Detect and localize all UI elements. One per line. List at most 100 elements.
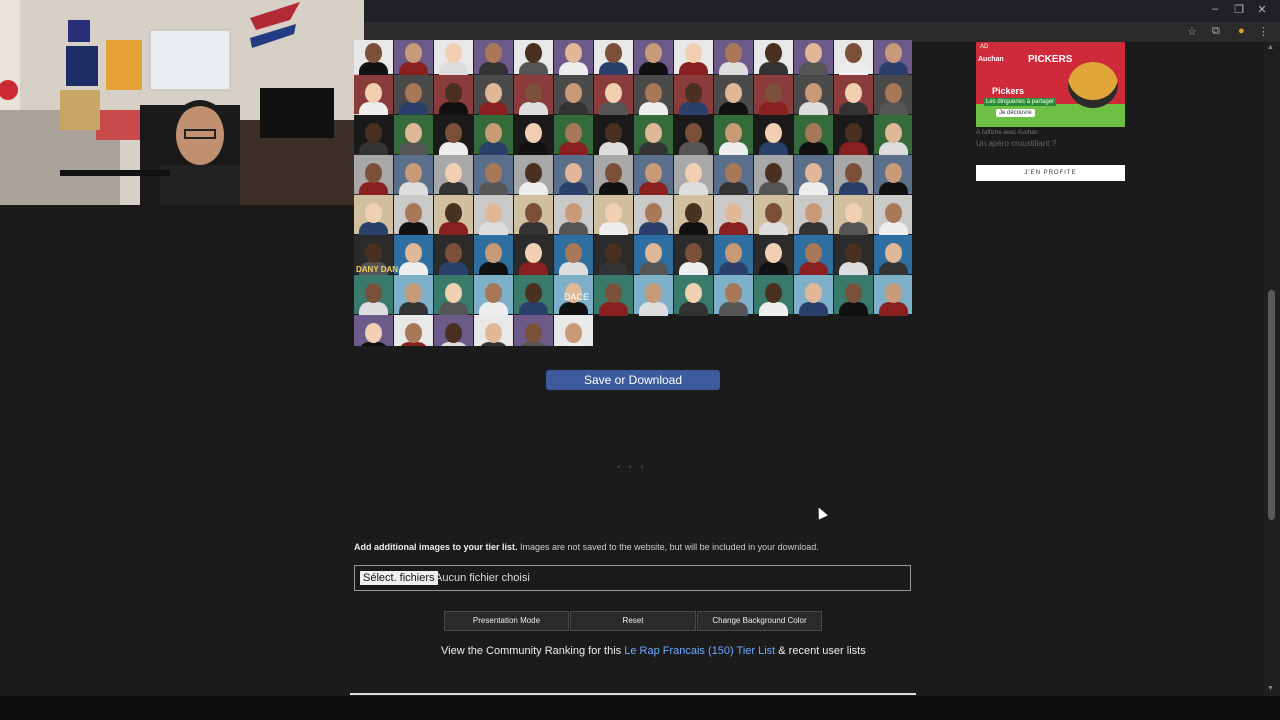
reset-button[interactable]: Reset	[570, 611, 696, 631]
profile-icon[interactable]: ●	[1238, 25, 1245, 37]
tier-image-grid[interactable]	[354, 40, 912, 346]
artist-image-tile[interactable]	[394, 75, 433, 116]
artist-image-tile[interactable]	[874, 155, 912, 196]
artist-image-tile[interactable]	[634, 275, 673, 316]
artist-image-tile[interactable]	[674, 195, 713, 236]
artist-image-tile[interactable]	[554, 195, 593, 236]
extensions-icon[interactable]: ⧉	[1212, 25, 1220, 38]
artist-image-tile[interactable]	[394, 315, 433, 346]
artist-image-tile[interactable]	[514, 195, 553, 236]
artist-image-tile[interactable]	[754, 155, 793, 196]
choose-files-button[interactable]: Sélect. fichiers	[360, 571, 438, 585]
artist-image-tile[interactable]	[834, 235, 873, 276]
artist-image-tile[interactable]	[874, 75, 912, 116]
artist-image-tile[interactable]	[554, 40, 593, 76]
artist-image-tile[interactable]	[754, 275, 793, 316]
artist-image-tile[interactable]	[554, 235, 593, 276]
artist-image-tile[interactable]	[554, 155, 593, 196]
artist-image-tile[interactable]	[594, 155, 633, 196]
artist-image-tile[interactable]	[834, 115, 873, 156]
artist-image-tile[interactable]	[434, 155, 473, 196]
artist-image-tile[interactable]	[794, 75, 833, 116]
artist-image-tile[interactable]	[474, 235, 513, 276]
artist-image-tile[interactable]	[794, 155, 833, 196]
file-input[interactable]: Sélect. fichiers Aucun fichier choisi	[354, 565, 911, 591]
artist-image-tile[interactable]	[634, 75, 673, 116]
artist-image-tile[interactable]	[594, 275, 633, 316]
artist-image-tile[interactable]	[874, 235, 912, 276]
artist-image-tile[interactable]	[754, 235, 793, 276]
scroll-thumb[interactable]	[1268, 290, 1275, 520]
artist-image-tile[interactable]	[634, 115, 673, 156]
artist-image-tile[interactable]	[754, 75, 793, 116]
artist-image-tile[interactable]	[474, 75, 513, 116]
artist-image-tile[interactable]	[434, 315, 473, 346]
artist-image-tile[interactable]	[594, 75, 633, 116]
artist-image-tile[interactable]	[354, 75, 393, 116]
artist-image-tile[interactable]	[474, 195, 513, 236]
artist-image-tile[interactable]	[434, 115, 473, 156]
community-ranking-link[interactable]: Le Rap Francais (150) Tier List	[624, 645, 775, 657]
artist-image-tile[interactable]	[514, 235, 553, 276]
artist-image-tile[interactable]	[634, 155, 673, 196]
artist-image-tile[interactable]	[674, 235, 713, 276]
artist-image-tile[interactable]	[594, 235, 633, 276]
artist-image-tile[interactable]	[714, 40, 753, 76]
artist-image-tile[interactable]	[834, 155, 873, 196]
artist-image-tile[interactable]	[874, 195, 912, 236]
artist-image-tile[interactable]	[394, 235, 433, 276]
artist-image-tile[interactable]	[474, 275, 513, 316]
artist-image-tile[interactable]	[434, 75, 473, 116]
artist-image-tile[interactable]	[554, 115, 593, 156]
artist-image-tile[interactable]	[834, 195, 873, 236]
artist-image-tile[interactable]	[754, 40, 793, 76]
artist-image-tile[interactable]	[714, 195, 753, 236]
artist-image-tile[interactable]	[834, 275, 873, 316]
page-scrollbar[interactable]: ▲ ▼	[1264, 42, 1280, 696]
close-button[interactable]: ✕	[1251, 3, 1273, 16]
save-download-button[interactable]: Save or Download	[546, 370, 720, 390]
artist-image-tile[interactable]	[394, 155, 433, 196]
artist-image-tile[interactable]	[834, 75, 873, 116]
artist-image-tile[interactable]	[594, 115, 633, 156]
artist-image-tile[interactable]	[434, 275, 473, 316]
artist-image-tile[interactable]	[794, 235, 833, 276]
artist-image-tile[interactable]	[714, 75, 753, 116]
artist-image-tile[interactable]	[514, 115, 553, 156]
artist-image-tile[interactable]	[474, 40, 513, 76]
ad-small-cta[interactable]: Je découvre	[996, 109, 1035, 117]
artist-image-tile[interactable]	[474, 155, 513, 196]
artist-image-tile[interactable]	[754, 195, 793, 236]
artist-image-tile[interactable]	[714, 115, 753, 156]
artist-image-tile[interactable]	[514, 40, 553, 76]
artist-image-tile[interactable]	[394, 195, 433, 236]
artist-image-tile[interactable]	[394, 40, 433, 76]
artist-image-tile[interactable]	[514, 75, 553, 116]
maximize-button[interactable]: ❐	[1228, 3, 1250, 16]
artist-image-tile[interactable]	[874, 115, 912, 156]
artist-image-tile[interactable]	[874, 275, 912, 316]
artist-image-tile[interactable]	[394, 115, 433, 156]
artist-image-tile[interactable]	[674, 75, 713, 116]
artist-image-tile[interactable]	[594, 195, 633, 236]
artist-image-tile[interactable]	[714, 155, 753, 196]
artist-image-tile[interactable]	[474, 115, 513, 156]
minimize-button[interactable]: –	[1204, 3, 1226, 15]
artist-image-tile[interactable]	[794, 195, 833, 236]
artist-image-tile[interactable]	[354, 40, 393, 76]
artist-image-tile[interactable]	[354, 275, 393, 316]
artist-image-tile[interactable]	[634, 195, 673, 236]
artist-image-tile[interactable]	[674, 275, 713, 316]
scroll-up-icon[interactable]: ▲	[1267, 44, 1274, 51]
presentation-mode-button[interactable]: Presentation Mode	[444, 611, 569, 631]
artist-image-tile[interactable]	[674, 40, 713, 76]
artist-image-tile[interactable]	[714, 275, 753, 316]
artist-image-tile[interactable]	[674, 115, 713, 156]
artist-image-tile[interactable]	[514, 155, 553, 196]
artist-image-tile[interactable]	[594, 40, 633, 76]
browser-menu-icon[interactable]: ⋮	[1258, 25, 1269, 38]
artist-image-tile[interactable]	[514, 275, 553, 316]
artist-image-tile[interactable]	[874, 40, 912, 76]
artist-image-tile[interactable]	[794, 115, 833, 156]
artist-image-tile[interactable]	[394, 275, 433, 316]
